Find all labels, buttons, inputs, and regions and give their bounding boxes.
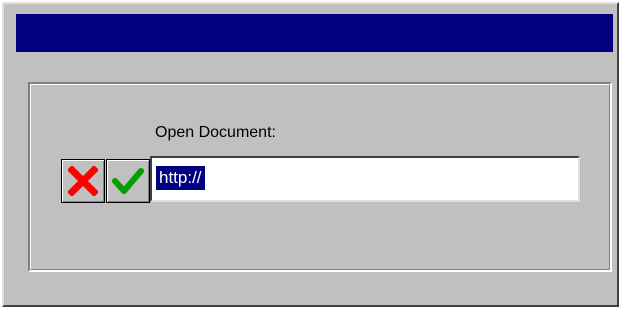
url-input-value[interactable]: http:// — [156, 166, 205, 190]
ok-checkmark-icon — [112, 168, 144, 194]
open-document-dialog: Open Document: http:// — [2, 2, 619, 307]
cancel-x-icon — [68, 166, 98, 196]
title-bar[interactable] — [16, 14, 613, 52]
open-document-label: Open Document: — [155, 124, 276, 141]
url-input[interactable]: http:// — [150, 156, 580, 202]
cancel-button[interactable] — [61, 159, 105, 203]
ok-button[interactable] — [106, 159, 150, 203]
